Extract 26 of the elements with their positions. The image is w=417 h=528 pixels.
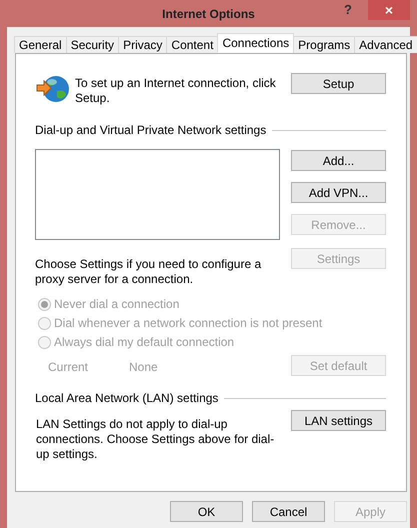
tab[interactable]: Programs — [293, 36, 356, 53]
lan-settings-button[interactable]: LAN settings — [291, 410, 386, 431]
dialup-button[interactable]: Add VPN... — [291, 182, 386, 203]
tab[interactable]: Security — [66, 36, 120, 53]
dialog-button[interactable]: Cancel — [252, 501, 325, 522]
current-value: None — [129, 360, 158, 375]
section-heading: Dial-up and Virtual Private Network settings — [35, 123, 266, 138]
dialog-button[interactable]: OK — [170, 501, 243, 522]
tab[interactable]: Connections — [217, 33, 294, 53]
radio-label: Always dial my default connection — [54, 335, 234, 350]
section-heading: Local Area Network (LAN) settings — [35, 391, 218, 406]
close-button[interactable]: × — [368, 0, 410, 20]
tab[interactable]: General — [14, 36, 67, 53]
tab[interactable]: Advanced — [354, 36, 417, 53]
connections-list[interactable] — [35, 149, 280, 240]
lan-description: LAN Settings do not apply to dial-up connections. Choose Settings above for dial-up settings. — [35, 417, 276, 462]
setup-description: To set up an Internet connection, click Setup. — [75, 76, 277, 107]
help-button[interactable]: ? — [344, 2, 352, 17]
radio-label: Never dial a connection — [54, 297, 180, 312]
dialup-button[interactable]: Add... — [291, 150, 386, 171]
setup-button[interactable]: Setup — [291, 73, 386, 94]
window-title: Internet Options — [162, 6, 255, 20]
radio-label: Dial whenever a network connection is not present — [54, 316, 322, 331]
tab[interactable]: Privacy — [118, 36, 168, 53]
proxy-description: Choose Settings if you need to configure a proxy server for a connection. — [35, 257, 262, 287]
current-label: Current — [48, 360, 90, 375]
